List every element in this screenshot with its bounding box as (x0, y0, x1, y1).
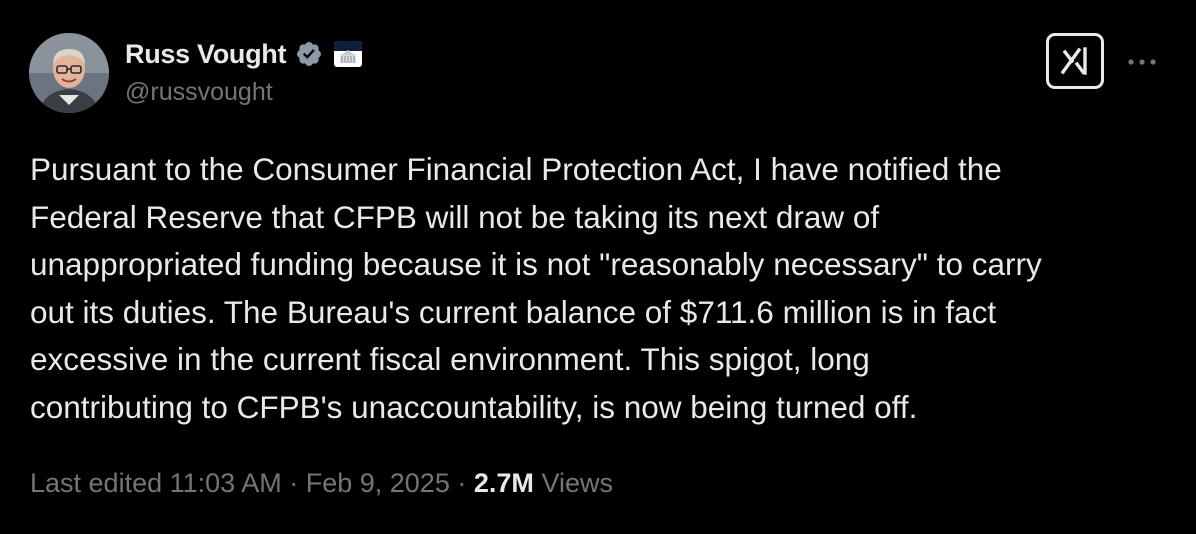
avatar-photo (29, 33, 109, 113)
white-house-icon[interactable] (333, 39, 363, 69)
tweet-card: Russ Vought @russvought Pursuant to the … (0, 0, 1196, 534)
views-count[interactable]: 2.7M (474, 468, 534, 498)
tweet-text-line: Pursuant to the Consumer Financial Prote… (30, 151, 1002, 187)
tweet-text-line: contributing to CFPB's unaccountability,… (30, 388, 918, 425)
author-name-row: Russ Vought (125, 36, 363, 72)
more-options-button[interactable] (1124, 48, 1160, 76)
views-label: Views (541, 468, 613, 498)
tweet-text-line: excessive in the current fiscal environm… (30, 341, 870, 378)
grok-button[interactable] (1046, 33, 1104, 89)
edited-label[interactable]: Last edited (30, 468, 162, 498)
tweet-text-line: Federal Reserve that CFPB will not be ta… (30, 198, 880, 235)
tweet-text-line: unappropriated funding because it is not… (30, 246, 1042, 283)
tweet-text-line: out its duties. The Bureau's current bal… (30, 293, 997, 330)
avatar[interactable] (29, 33, 109, 113)
post-date[interactable]: Feb 9, 2025 (306, 468, 450, 498)
author-handle[interactable]: @russvought (125, 78, 273, 107)
meta-separator: · (457, 468, 467, 498)
post-time[interactable]: 11:03 AM (170, 468, 282, 498)
author-display-name[interactable]: Russ Vought (125, 39, 287, 70)
tweet-text: Pursuant to the Consumer Financial Prote… (30, 146, 1180, 432)
grok-icon (1060, 47, 1087, 75)
verified-badge-icon[interactable] (295, 40, 323, 68)
meta-separator: · (289, 468, 299, 498)
tweet-meta: Last edited 11:03 AM · Feb 9, 2025 · 2.7… (30, 468, 613, 499)
more-horizontal-icon (1128, 59, 1156, 65)
